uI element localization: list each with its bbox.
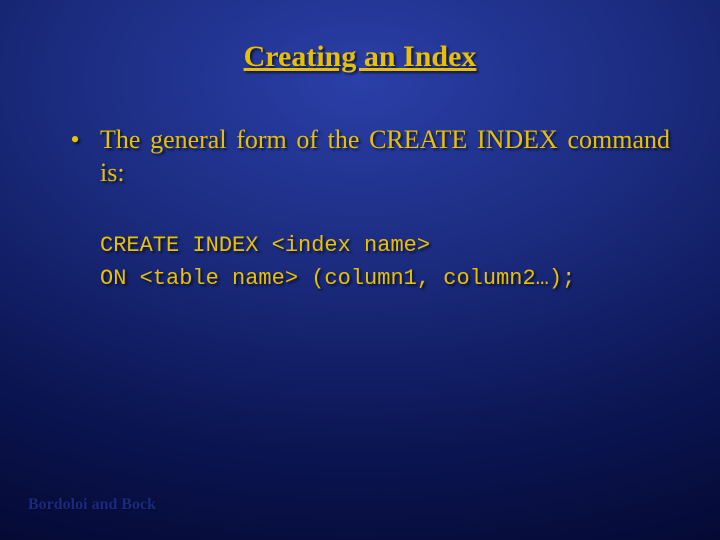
footer-credit: Bordoloi and Bock: [28, 496, 156, 514]
code-line-1: CREATE INDEX <index name>: [100, 229, 670, 262]
bullet-item: • The general form of the CREATE INDEX c…: [50, 124, 670, 189]
code-line-2: ON <table name> (column1, column2…);: [100, 262, 670, 295]
bullet-marker: •: [50, 124, 100, 155]
bullet-text: The general form of the CREATE INDEX com…: [100, 124, 670, 189]
code-block: CREATE INDEX <index name> ON <table name…: [100, 229, 670, 295]
slide-title: Creating an Index: [50, 40, 670, 74]
slide: Creating an Index • The general form of …: [0, 0, 720, 540]
